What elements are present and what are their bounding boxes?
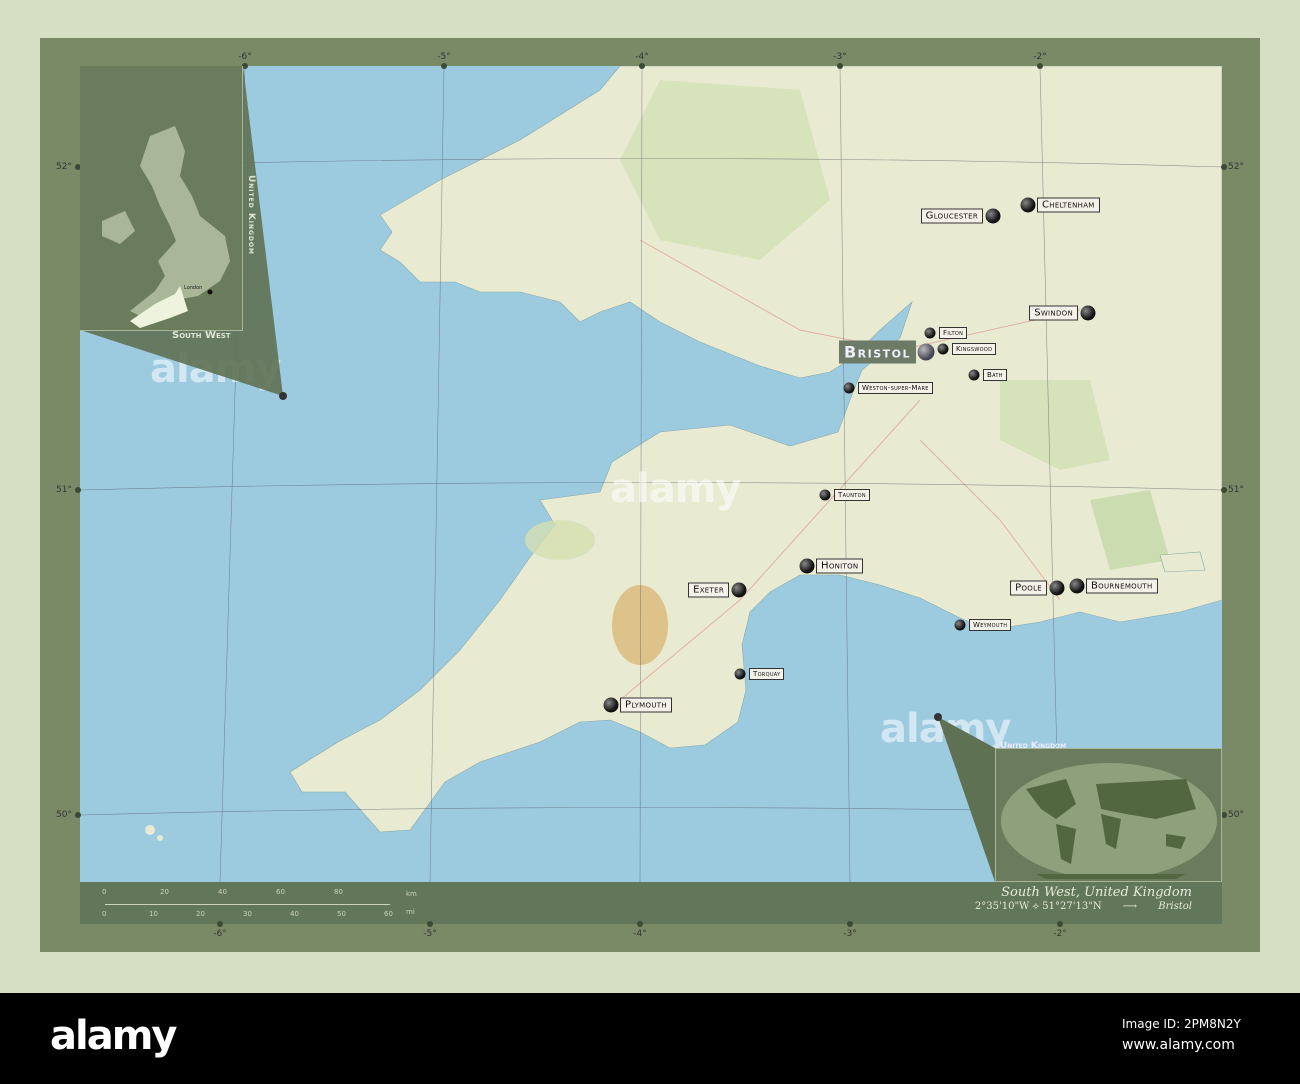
footer-image-id: Image ID: 2PM8N2Y (1122, 1017, 1241, 1031)
inset-world-label: United Kingdom (1000, 741, 1067, 751)
footer-bar: alamy Image ID: 2PM8N2Y www.alamy.com (0, 993, 1300, 1084)
world-map (1001, 763, 1217, 879)
inset-uk-locator: London (80, 66, 243, 331)
uk-outline (102, 126, 230, 328)
inset-city-label: London (184, 285, 203, 291)
inset-world-locator: United Kingdom (995, 741, 1222, 882)
footer-logo: alamy (50, 1013, 177, 1059)
inset-region-label: South West (172, 330, 231, 341)
inset-country-label: United Kingdom (246, 174, 256, 256)
footer-url: www.alamy.com (1122, 1037, 1235, 1053)
